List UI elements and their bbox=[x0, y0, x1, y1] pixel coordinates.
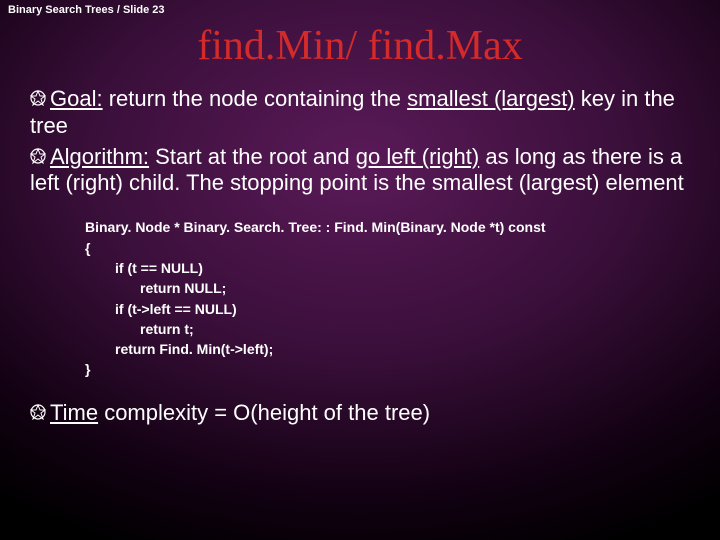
code-line: if (t == NULL) bbox=[115, 258, 690, 278]
star-icon bbox=[30, 90, 46, 106]
bullet-time: Time complexity = O(height of the tree) bbox=[30, 400, 690, 427]
code-line: Binary. Node * Binary. Search. Tree: : F… bbox=[85, 217, 690, 237]
bullet-goal: Goal: return the node containing the sma… bbox=[30, 86, 690, 140]
bullet-algorithm: Algorithm: Start at the root and go left… bbox=[30, 144, 690, 198]
algo-lead: Algorithm: bbox=[50, 144, 149, 169]
code-line: return NULL; bbox=[140, 278, 690, 298]
code-line: { bbox=[85, 238, 690, 258]
code-line: return Find. Min(t->left); bbox=[115, 339, 690, 359]
time-rest: complexity = O(height of the tree) bbox=[98, 400, 430, 425]
slide-title: find.Min/ find.Max bbox=[0, 22, 720, 70]
slide: Binary Search Trees / Slide 23 find.Min/… bbox=[0, 0, 720, 540]
code-block: Binary. Node * Binary. Search. Tree: : F… bbox=[85, 217, 690, 379]
goal-lead: Goal: bbox=[50, 86, 103, 111]
code-line: return t; bbox=[140, 319, 690, 339]
time-lead: Time bbox=[50, 400, 98, 425]
code-line: if (t->left == NULL) bbox=[115, 299, 690, 319]
algo-ul1: go left (right) bbox=[356, 144, 480, 169]
star-icon bbox=[30, 404, 46, 420]
goal-rest: return the node containing the bbox=[103, 86, 408, 111]
slide-content: Goal: return the node containing the sma… bbox=[30, 86, 690, 431]
bullet-text: Time complexity = O(height of the tree) bbox=[50, 400, 430, 425]
bullet-text: Algorithm: Start at the root and go left… bbox=[30, 144, 684, 196]
goal-ul1: smallest (largest) bbox=[407, 86, 574, 111]
star-icon bbox=[30, 148, 46, 164]
bullet-text: Goal: return the node containing the sma… bbox=[30, 86, 675, 138]
slide-header: Binary Search Trees / Slide 23 bbox=[8, 4, 165, 16]
code-line: } bbox=[85, 359, 690, 379]
algo-rest: Start at the root and bbox=[149, 144, 356, 169]
